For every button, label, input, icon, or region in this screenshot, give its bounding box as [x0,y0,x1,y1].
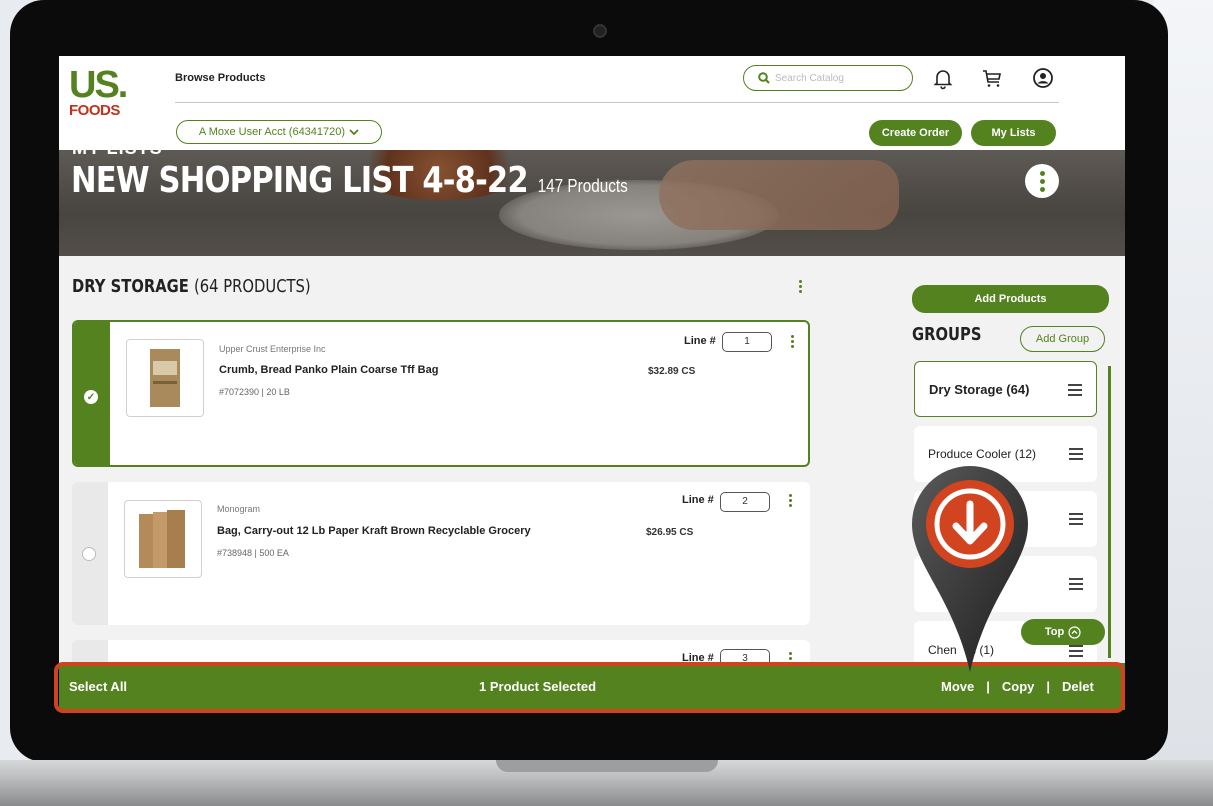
line-number-input[interactable]: 1 [722,332,772,352]
account-selector[interactable]: A Moxe User Acct (64341720) [176,120,382,144]
download-pin-icon [912,466,1028,672]
product-price: $26.95 CS [646,527,694,538]
drag-handle-icon[interactable] [1069,645,1083,657]
product-meta: #7072390 | 20 LB [219,387,290,397]
header-divider [175,102,1059,103]
breadcrumb-my-lists[interactable]: MY LISTS [72,150,163,159]
line-number-input[interactable]: 2 [720,492,770,512]
browse-products-link[interactable]: Browse Products [175,72,265,84]
drag-handle-icon[interactable] [1068,384,1082,396]
us-foods-logo[interactable]: US. FOODS [69,66,135,132]
product-brand: Monogram [217,504,261,514]
panko-bag-icon [150,349,180,407]
top-label: Top [1044,626,1065,638]
scroll-top-button[interactable]: Top [1021,619,1105,645]
product-image[interactable] [124,500,202,578]
cart-icon[interactable] [980,66,1004,90]
drag-handle-icon[interactable] [1069,513,1083,525]
groups-heading: GROUPS [912,324,982,345]
line-number-label: Line # [682,494,714,506]
section-name: DRY STORAGE [72,276,189,297]
kebab-dot [1039,178,1045,184]
checkbox-checked[interactable]: ✓ [84,390,98,404]
kebab-dot [1039,186,1045,192]
line-number-label: Line # [684,335,716,347]
product-options-icon[interactable] [791,335,794,348]
group-label: Dry Storage (64) [929,381,1030,397]
page-title: NEW SHOPPING LIST 4-8-22 147 Products [71,160,628,201]
product-count: 147 Products [537,176,628,196]
drag-handle-icon[interactable] [1069,578,1083,590]
groups-scrollbar[interactable] [1108,366,1111,658]
list-options-button[interactable] [1025,164,1059,198]
laptop-notch [496,760,718,772]
user-account-icon[interactable] [1031,66,1055,90]
chevron-down-icon [349,129,359,136]
product-image[interactable] [126,339,204,417]
account-label: A Moxe User Acct (64341720) [198,126,346,138]
hero-banner: MY LISTS NEW SHOPPING LIST 4-8-22 147 Pr… [59,150,1125,256]
chevron-up-circle-icon [1068,625,1081,639]
product-card[interactable]: Monogram Bag, Carry-out 12 Lb Paper Kraf… [72,482,810,625]
checkbox-unchecked[interactable] [82,547,96,561]
create-order-button[interactable]: Create Order [869,120,962,146]
product-name[interactable]: Bag, Carry-out 12 Lb Paper Kraft Brown R… [217,525,531,537]
kebab-dot [1039,170,1045,176]
add-group-button[interactable]: Add Group [1020,326,1105,352]
group-item-dry-storage[interactable]: Dry Storage (64) [914,361,1097,417]
product-name[interactable]: Crumb, Bread Panko Plain Coarse Tff Bag [219,364,438,376]
section-count: (64 PRODUCTS) [194,276,311,297]
search-input[interactable]: Search Catalog [743,65,913,91]
top-header: US. FOODS Browse Products A Moxe User Ac… [59,56,1125,150]
section-title: DRY STORAGE (64 PRODUCTS) [72,276,311,297]
product-options-icon[interactable] [789,494,792,507]
product-price: $32.89 CS [648,366,696,377]
search-placeholder: Search Catalog [775,72,844,84]
product-brand: Upper Crust Enterprise Inc [219,344,326,354]
drag-handle-icon[interactable] [1069,448,1083,460]
logo-us-text: US. [69,64,128,106]
group-label: Produce Cooler (12) [928,447,1037,461]
section-options-icon[interactable] [799,280,802,293]
product-card[interactable]: ✓ Upper Crust Enterprise Inc Crumb, Brea… [72,320,810,467]
search-icon [758,72,770,84]
paper-bag-icon [139,510,185,568]
bell-icon[interactable] [931,66,955,90]
webcam-icon [593,24,607,38]
my-lists-button[interactable]: My Lists [971,120,1056,146]
list-title: NEW SHOPPING LIST 4-8-22 [71,160,529,201]
add-products-button[interactable]: Add Products [912,285,1109,313]
logo-foods-text: FOODS [69,102,120,119]
product-meta: #738948 | 500 EA [217,548,289,558]
